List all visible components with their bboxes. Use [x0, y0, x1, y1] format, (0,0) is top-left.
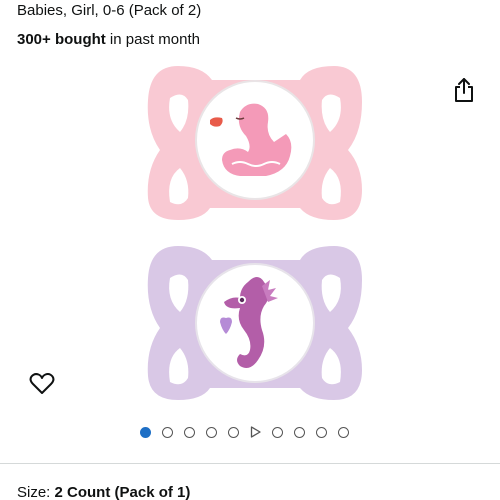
carousel-video-dot[interactable] — [250, 426, 261, 438]
lilac-pacifier — [147, 246, 362, 400]
pink-pacifier — [147, 66, 362, 220]
size-value: 2 Count (Pack of 1) — [54, 484, 191, 500]
size-selector[interactable]: Size: 2 Count (Pack of 1) — [17, 484, 190, 500]
carousel-dot-10[interactable] — [338, 426, 349, 438]
carousel-dot-2[interactable] — [162, 426, 173, 438]
carousel-dot-1[interactable] — [140, 426, 151, 438]
carousel-dot-9[interactable] — [316, 426, 327, 438]
carousel-dot-7[interactable] — [272, 426, 283, 438]
carousel-dot-5[interactable] — [228, 426, 239, 438]
bought-in-past-month: 300+ bought in past month — [17, 31, 200, 48]
wishlist-button[interactable] — [28, 370, 56, 398]
image-carousel-dots — [140, 424, 360, 440]
section-divider — [0, 463, 500, 464]
size-label: Size: — [17, 484, 55, 500]
share-button[interactable] — [450, 76, 478, 104]
carousel-dot-4[interactable] — [206, 426, 217, 438]
carousel-dot-8[interactable] — [294, 426, 305, 438]
product-image[interactable] — [140, 60, 370, 410]
bought-suffix: in past month — [105, 31, 200, 48]
share-icon — [455, 78, 473, 102]
carousel-dot-3[interactable] — [184, 426, 195, 438]
bought-count: 300+ bought — [17, 31, 106, 48]
play-icon — [250, 426, 261, 438]
heart-icon — [29, 373, 55, 394]
product-title-tail: Babies, Girl, 0-6 (Pack of 2) — [17, 2, 202, 19]
